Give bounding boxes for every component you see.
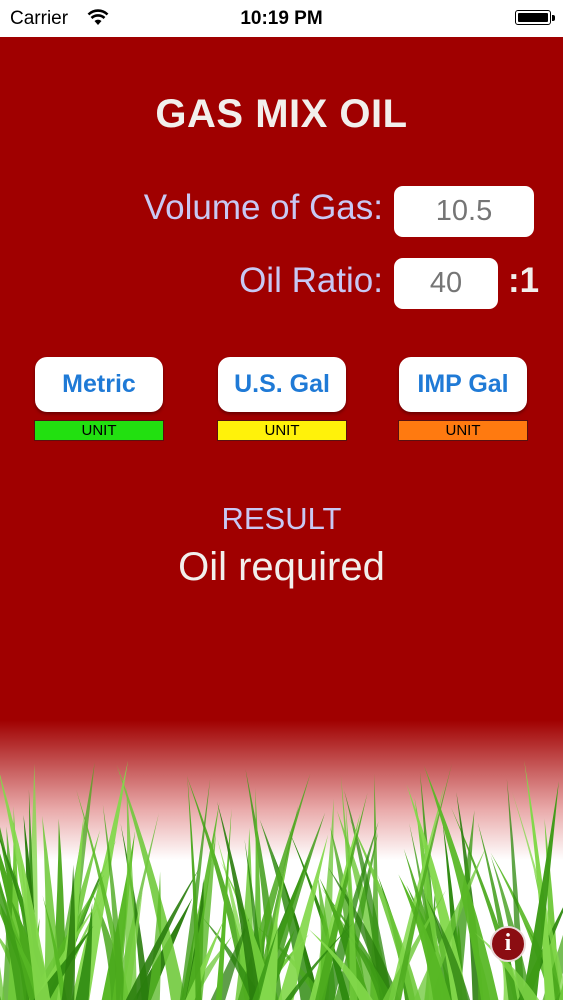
- metric-unit-indicator: UNIT: [34, 420, 164, 441]
- info-icon[interactable]: i: [490, 926, 526, 962]
- imp-gal-unit-indicator: UNIT: [398, 420, 528, 441]
- ratio-suffix: :1: [508, 261, 540, 300]
- volume-of-gas-input[interactable]: [394, 186, 534, 237]
- result-value: Oil required: [178, 545, 385, 589]
- result-label: RESULT: [221, 501, 342, 536]
- us-gal-unit-indicator: UNIT: [217, 420, 347, 441]
- battery-icon: [515, 10, 555, 25]
- status-bar: Carrier 10:19 PM: [0, 0, 563, 37]
- metric-button[interactable]: Metric: [35, 357, 163, 412]
- app-title: GAS MIX OIL: [155, 92, 408, 136]
- volume-of-gas-label: Volume of Gas:: [143, 188, 383, 227]
- grass-image: [0, 720, 563, 1000]
- us-gal-button[interactable]: U.S. Gal: [218, 357, 346, 412]
- oil-ratio-input[interactable]: [394, 258, 498, 309]
- imp-gal-button[interactable]: IMP Gal: [399, 357, 527, 412]
- oil-ratio-label: Oil Ratio:: [239, 261, 383, 300]
- status-time: 10:19 PM: [240, 8, 323, 29]
